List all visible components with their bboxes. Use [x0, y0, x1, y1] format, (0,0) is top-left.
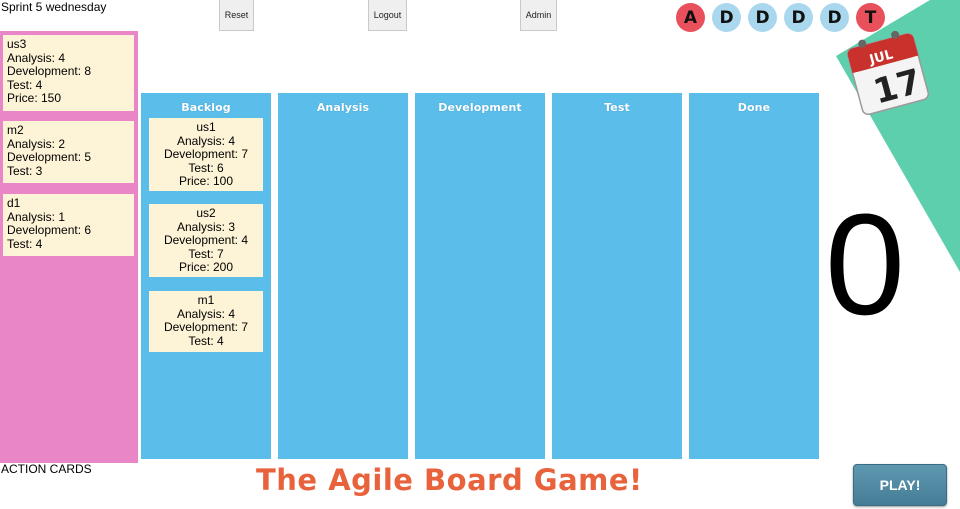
- card-name: us1: [196, 120, 216, 134]
- score-counter: 0: [824, 184, 906, 345]
- card-development: Development: 7: [163, 147, 249, 162]
- player-token-developer[interactable]: D: [748, 3, 777, 32]
- card-analysis: Analysis: 4: [7, 50, 66, 65]
- card-analysis: Analysis: 4: [176, 133, 236, 148]
- player-token-developer[interactable]: D: [820, 3, 849, 32]
- admin-button[interactable]: Admin: [520, 0, 557, 31]
- card-development: Development: 7: [163, 320, 249, 335]
- card-test: Test: 4: [7, 77, 43, 92]
- card-test: Test: 3: [7, 163, 43, 178]
- card-development: Development: 8: [7, 64, 92, 79]
- column-title: Done: [737, 101, 771, 114]
- card-name: us3: [7, 37, 27, 51]
- action-cards-label: ACTION CARDS: [1, 462, 92, 476]
- player-token-developer[interactable]: D: [784, 3, 813, 32]
- card-test: Test: 7: [188, 246, 224, 261]
- logout-button[interactable]: Logout: [368, 0, 407, 31]
- card-development: Development: 4: [163, 233, 249, 248]
- game-title: The Agile Board Game!: [256, 463, 643, 497]
- calendar-icon: JUL 17: [836, 22, 940, 126]
- story-card[interactable]: us1 Analysis: 4 Development: 7 Test: 6 P…: [149, 118, 263, 191]
- card-test: Test: 4: [7, 236, 43, 251]
- card-analysis: Analysis: 2: [7, 136, 66, 151]
- card-test: Test: 4: [188, 333, 224, 348]
- story-card[interactable]: m1 Analysis: 4 Development: 7 Test: 4: [149, 291, 263, 352]
- player-token-developer[interactable]: D: [712, 3, 741, 32]
- card-name: m1: [197, 293, 215, 307]
- card-analysis: Analysis: 3: [176, 219, 236, 234]
- column-done[interactable]: Done: [689, 93, 819, 459]
- column-analysis[interactable]: Analysis: [278, 93, 408, 459]
- column-title: Backlog: [181, 101, 231, 114]
- card-name: us2: [196, 206, 216, 220]
- play-button[interactable]: PLAY!: [853, 464, 947, 506]
- player-token-tester[interactable]: T: [856, 3, 885, 32]
- column-title: Development: [438, 101, 522, 114]
- column-title: Analysis: [316, 101, 370, 114]
- action-card[interactable]: d1 Analysis: 1 Development: 6 Test: 4: [3, 194, 134, 256]
- column-backlog[interactable]: Backlog us1 Analysis: 4 Development: 7 T…: [141, 93, 271, 459]
- sprint-label: Sprint 5 wednesday: [1, 0, 107, 14]
- player-token-analyst[interactable]: A: [676, 3, 705, 32]
- column-development[interactable]: Development: [415, 93, 545, 459]
- action-cards-column: us3 Analysis: 4 Development: 8 Test: 4 P…: [0, 31, 138, 463]
- reset-button[interactable]: Reset: [219, 0, 254, 31]
- action-card[interactable]: m2 Analysis: 2 Development: 5 Test: 3: [3, 121, 134, 183]
- card-analysis: Analysis: 1: [7, 209, 66, 224]
- card-name: m2: [7, 123, 24, 137]
- card-development: Development: 5: [7, 150, 92, 165]
- player-tokens: A D D D D T: [676, 3, 888, 32]
- column-title: Test: [604, 101, 630, 114]
- column-test[interactable]: Test: [552, 93, 682, 459]
- story-card[interactable]: us2 Analysis: 3 Development: 4 Test: 7 P…: [149, 204, 263, 277]
- card-test: Test: 6: [188, 160, 224, 175]
- card-name: d1: [7, 196, 21, 210]
- card-price: Price: 150: [7, 91, 62, 106]
- card-price: Price: 200: [178, 260, 234, 275]
- card-price: Price: 100: [178, 174, 234, 189]
- card-analysis: Analysis: 4: [176, 306, 236, 321]
- action-card[interactable]: us3 Analysis: 4 Development: 8 Test: 4 P…: [3, 35, 134, 111]
- card-development: Development: 6: [7, 223, 92, 238]
